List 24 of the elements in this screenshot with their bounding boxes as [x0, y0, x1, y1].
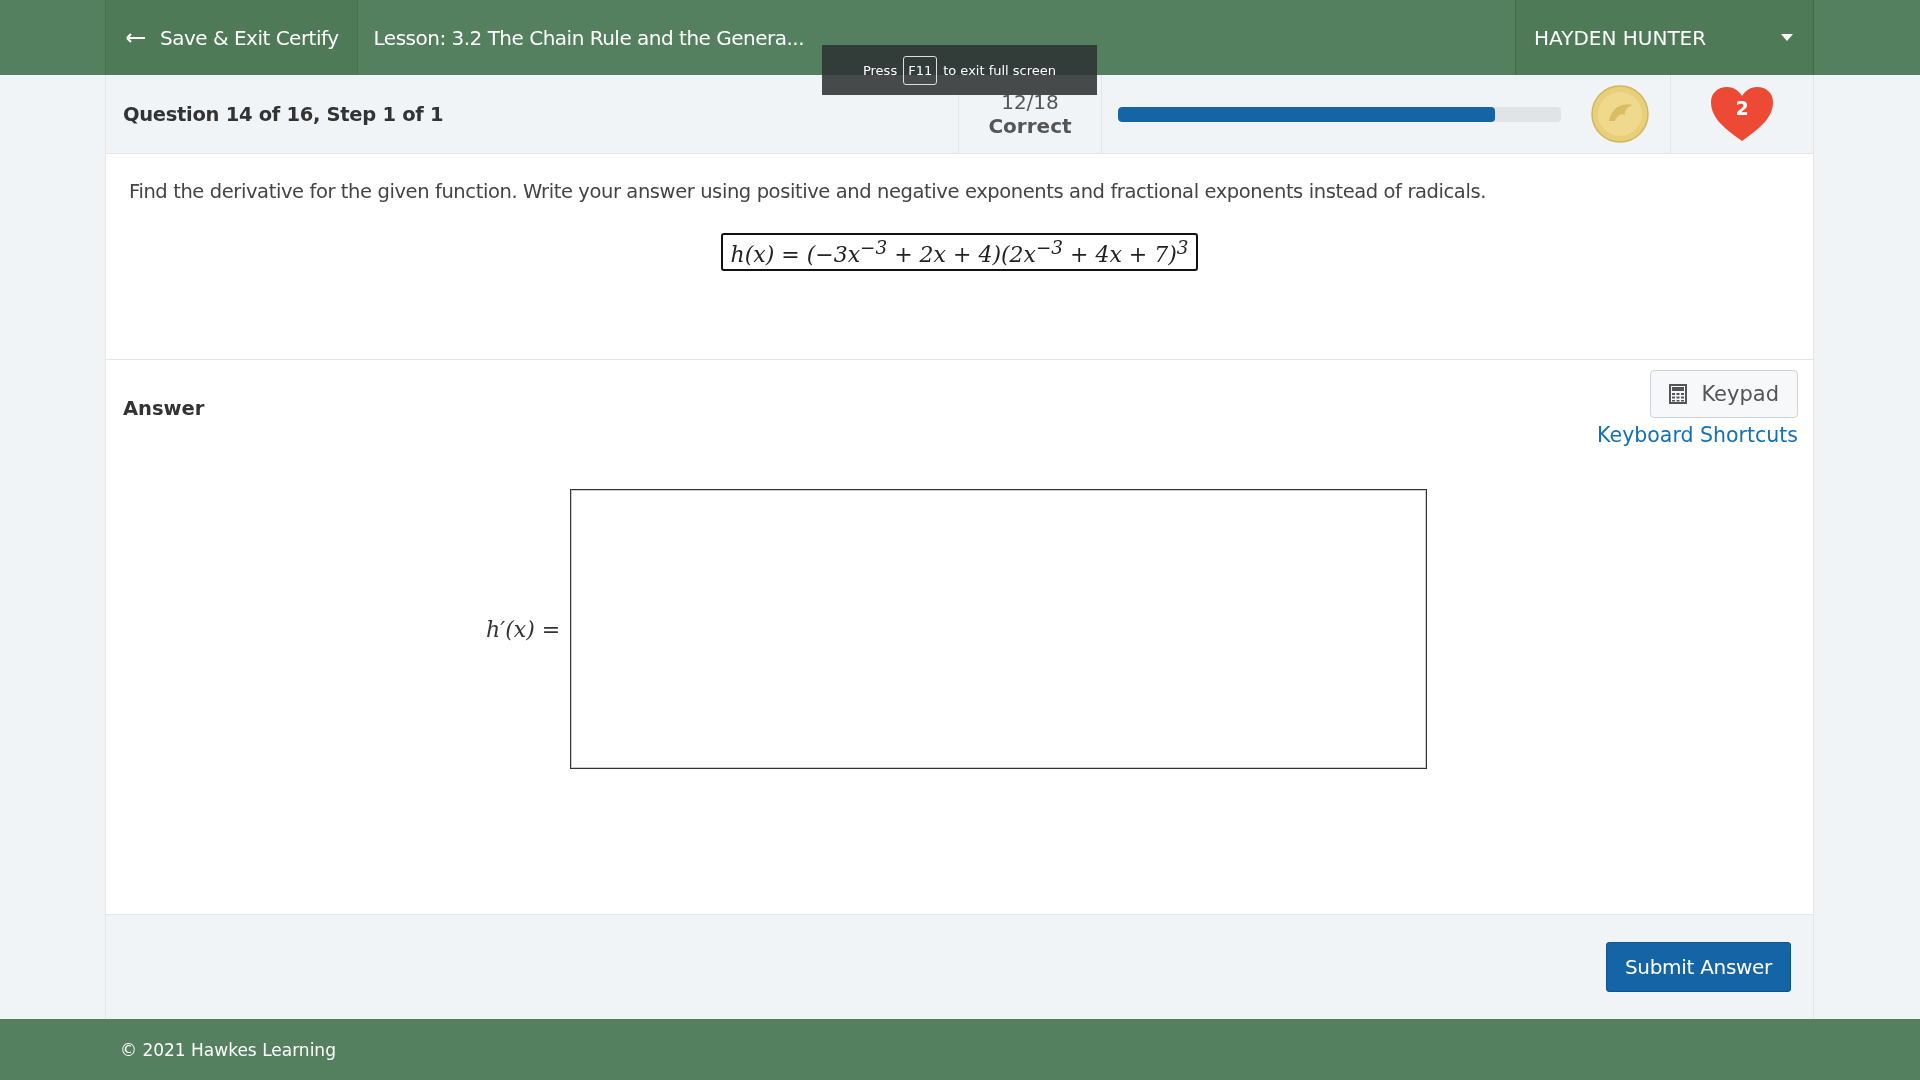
key-label: F11 — [903, 55, 938, 85]
copyright-text: © 2021 Hawkes Learning — [120, 1039, 336, 1060]
lesson-title: Lesson: 3.2 The Chain Rule and the Genera... — [373, 25, 805, 50]
function-formula: h(x) = (−3x$^{−3}$ + 2x + 4)(2x$^{−3}$ + 4x + 7)$^{3}$ — [720, 233, 1199, 272]
notice-text: to exit full screen — [943, 62, 1057, 78]
question-title: Question 14 of 16, Step 1 of 1 — [122, 102, 445, 126]
back-arrow-icon — [126, 32, 146, 43]
calculator-icon — [1669, 384, 1688, 404]
score-label: Correct — [988, 114, 1072, 138]
heart-icon — [1709, 85, 1775, 143]
submit-button[interactable]: Submit Answer — [1605, 942, 1791, 992]
question-text: Find the derivative for the given function. Write your answer using positive and negative exponents and fractional exponents instead of radicals. — [129, 180, 1487, 203]
coin-icon — [1591, 85, 1649, 143]
notice-text: Press — [862, 62, 898, 78]
save-exit-button[interactable]: Save & Exit Certify — [105, 0, 358, 75]
answer-field[interactable] — [570, 489, 1428, 769]
answer-heading: Answer — [123, 397, 205, 422]
keypad-button[interactable]: Keypad — [1650, 370, 1798, 418]
lives-count: 2 — [1735, 97, 1749, 119]
user-menu[interactable]: HAYDEN HUNTER — [1515, 0, 1814, 75]
score-count: 12/18 — [1001, 90, 1059, 114]
answer-label: h′(x) = — [486, 616, 561, 642]
caret-icon — [1781, 34, 1793, 41]
keyboard-shortcuts-link[interactable]: Keyboard Shortcuts — [1597, 423, 1798, 447]
